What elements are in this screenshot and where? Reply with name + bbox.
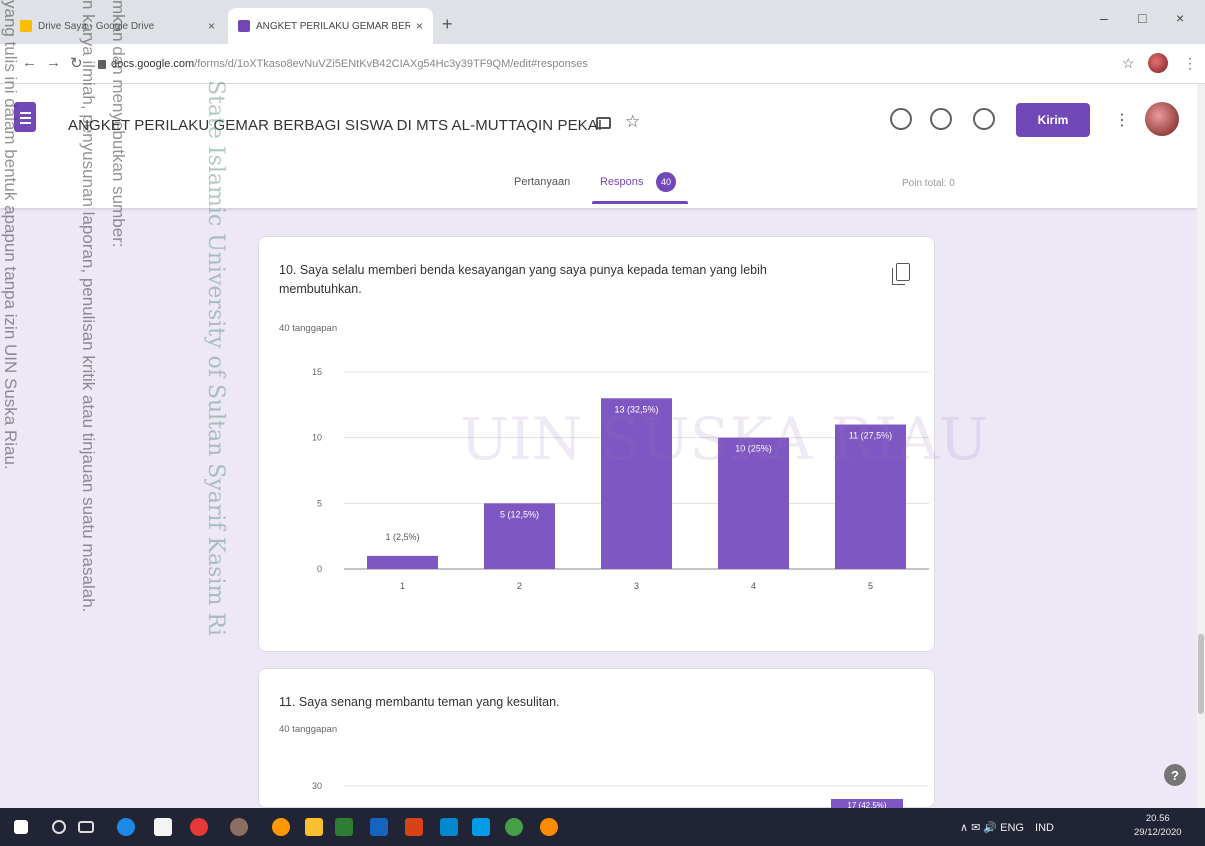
word-icon[interactable] <box>370 818 388 836</box>
scrollbar-thumb[interactable] <box>1198 634 1204 714</box>
bar <box>601 398 672 569</box>
app-icon[interactable] <box>190 818 208 836</box>
url-path: /forms/d/1oXTkaso8evNuVZi5ENtKvB42CIAXg5… <box>194 58 588 70</box>
active-tab-indicator <box>592 201 688 204</box>
tab-responses[interactable]: Respons <box>600 176 643 188</box>
question-card: 10. Saya selalu memberi benda kesayangan… <box>258 236 935 652</box>
powerpoint-icon[interactable] <box>405 818 423 836</box>
y-tick-label: 10 <box>312 433 322 443</box>
response-count-badge: 40 <box>656 172 676 192</box>
task-view-icon[interactable] <box>78 821 94 833</box>
maximize-button[interactable]: □ <box>1138 10 1146 26</box>
url-field[interactable]: docs.google.com /forms/d/1oXTkaso8evNuVZ… <box>90 51 1120 77</box>
bar-chart: 3017 (42,5%) <box>312 781 929 809</box>
reload-icon[interactable]: ↻ <box>70 54 83 72</box>
tab-questions[interactable]: Pertanyaan <box>514 176 570 188</box>
browser-tab-bar: Drive Saya - Google Drive × ANGKET PERIL… <box>0 0 1205 44</box>
tab-title: ANGKET PERILAKU GEMAR BERBAGI SISWA <box>256 20 410 32</box>
x-tick-label: 3 <box>634 581 639 591</box>
bar <box>835 424 906 569</box>
x-tick-label: 4 <box>751 581 756 591</box>
tray-language[interactable]: IND <box>1035 822 1054 834</box>
palette-icon[interactable] <box>890 108 912 130</box>
form-title[interactable]: ANGKET PERILAKU GEMAR BERBAGI SISWA DI M… <box>68 117 602 134</box>
settings-gear-icon[interactable] <box>973 108 995 130</box>
total-points: Poin total: 0 <box>902 178 955 189</box>
store-icon[interactable] <box>154 818 172 836</box>
lock-icon <box>98 59 106 69</box>
y-tick-label: 0 <box>317 564 322 574</box>
back-icon[interactable]: ← <box>22 54 37 71</box>
y-tick-label: 15 <box>312 367 322 377</box>
y-tick-label: 30 <box>312 781 322 791</box>
browser-menu-icon[interactable]: ⋮ <box>1183 55 1197 72</box>
google-drive-icon <box>20 20 32 32</box>
bar-chart: 0 5 10 15 1 1 (2,5%) 2 5 (12,5%) 3 13 (32,5%) 4 10 … <box>312 367 929 591</box>
close-tab-icon[interactable]: × <box>208 19 215 33</box>
data-label: 10 (25%) <box>735 444 772 454</box>
clock-time: 20.56 <box>1145 813 1170 824</box>
google-forms-icon <box>238 20 250 32</box>
bar <box>718 437 789 569</box>
edge-icon[interactable] <box>117 818 135 836</box>
x-tick-label: 1 <box>400 581 405 591</box>
tab-title: Drive Saya - Google Drive <box>38 20 155 32</box>
system-tray[interactable]: ∧ ✉ 🔊 ENG IND <box>960 821 1054 834</box>
preview-eye-icon[interactable] <box>930 108 952 130</box>
file-explorer-icon[interactable] <box>305 818 323 836</box>
bookmark-star-icon[interactable]: ☆ <box>1122 55 1135 72</box>
excel-icon[interactable] <box>335 818 353 836</box>
folder-icon[interactable] <box>596 117 611 129</box>
minimize-button[interactable]: – <box>1100 10 1108 26</box>
firefox-icon[interactable] <box>272 818 290 836</box>
windows-taskbar: ∧ ✉ 🔊 ENG IND 20.56 29/12/2020 <box>0 808 1205 846</box>
app-icon[interactable] <box>540 818 558 836</box>
x-tick-label: 2 <box>517 581 522 591</box>
tab-google-drive[interactable]: Drive Saya - Google Drive × <box>10 8 225 44</box>
data-label: 11 (27,5%) <box>849 431 892 441</box>
chrome-icon[interactable] <box>505 818 523 836</box>
windows-start-icon[interactable] <box>14 820 28 834</box>
forward-icon[interactable]: → <box>46 54 61 71</box>
x-tick-label: 5 <box>868 581 873 591</box>
bar <box>367 555 438 569</box>
data-label: 5 (12,5%) <box>500 509 539 519</box>
tray-icons[interactable]: ∧ ✉ 🔊 ENG <box>960 822 1024 834</box>
star-icon[interactable]: ☆ <box>625 112 640 132</box>
account-avatar[interactable] <box>1145 102 1179 136</box>
new-tab-button[interactable]: + <box>442 14 453 35</box>
search-icon[interactable] <box>52 820 66 834</box>
clock-date: 29/12/2020 <box>1134 827 1182 838</box>
help-icon[interactable]: ? <box>1164 764 1186 786</box>
forms-header: ANGKET PERILAKU GEMAR BERBAGI SISWA DI M… <box>0 84 1197 208</box>
question-card: 11. Saya senang membantu teman yang kesu… <box>258 668 935 809</box>
data-label: 1 (2,5%) <box>385 532 419 542</box>
more-options-icon[interactable]: ⋮ <box>1114 110 1130 130</box>
clock[interactable]: 20.56 29/12/2020 <box>1134 812 1182 840</box>
close-tab-icon[interactable]: × <box>416 19 423 33</box>
address-bar-row: ← → ↻ docs.google.com /forms/d/1oXTkaso8… <box>0 44 1205 84</box>
app-icon[interactable] <box>440 818 458 836</box>
app-icon[interactable] <box>230 818 248 836</box>
data-label: 13 (32,5%) <box>614 404 658 414</box>
y-tick-label: 5 <box>317 498 322 508</box>
close-window-button[interactable]: × <box>1176 10 1184 26</box>
google-forms-logo-icon[interactable] <box>14 102 36 132</box>
send-button[interactable]: Kirim <box>1016 103 1090 137</box>
url-host: docs.google.com <box>111 58 195 70</box>
tab-forms[interactable]: ANGKET PERILAKU GEMAR BERBAGI SISWA × <box>228 8 433 44</box>
profile-avatar[interactable] <box>1148 53 1168 73</box>
mail-icon[interactable] <box>472 818 490 836</box>
